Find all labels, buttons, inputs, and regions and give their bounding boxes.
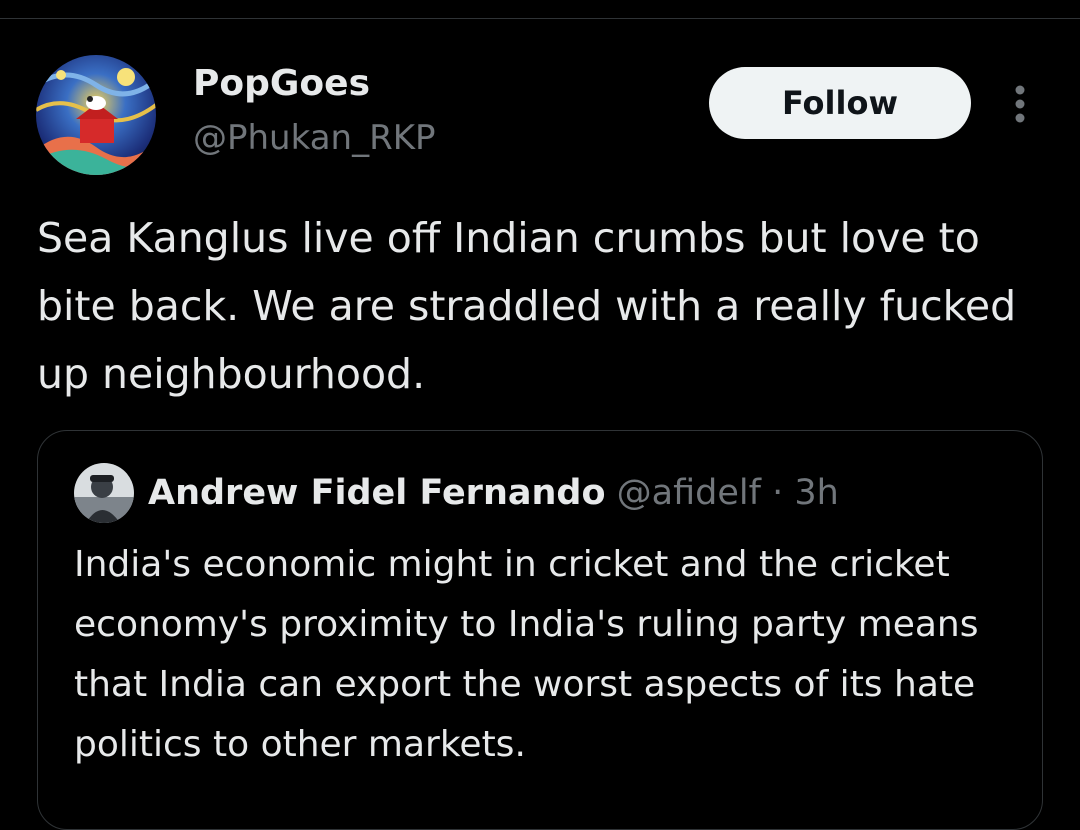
author-display-name[interactable]: PopGoes: [193, 60, 370, 108]
quoted-author-handle[interactable]: @afidelf: [617, 473, 761, 513]
author-handle[interactable]: @Phukan_RKP: [193, 114, 436, 162]
more-options-button[interactable]: [1004, 82, 1036, 126]
quoted-tweet-header: Andrew Fidel Fernando @afidelf · 3h: [148, 467, 839, 519]
avatar-image: [36, 55, 156, 175]
quoted-tweet-timestamp[interactable]: 3h: [794, 473, 838, 513]
top-divider: [0, 18, 1080, 19]
tweet-text: Sea Kanglus live off Indian crumbs but l…: [37, 214, 1017, 398]
quoted-tweet-text: India's economic might in cricket and th…: [74, 544, 979, 765]
quoted-avatar-image: [74, 463, 134, 523]
more-vertical-icon: [1015, 85, 1025, 123]
separator-dot: ·: [772, 473, 784, 513]
quoted-tweet-card[interactable]: Andrew Fidel Fernando @afidelf · 3h Indi…: [37, 430, 1043, 830]
quoted-author-avatar[interactable]: [74, 463, 134, 523]
follow-button[interactable]: Follow: [709, 67, 971, 139]
author-avatar[interactable]: [36, 55, 156, 175]
quoted-author-display-name[interactable]: Andrew Fidel Fernando: [148, 473, 606, 513]
